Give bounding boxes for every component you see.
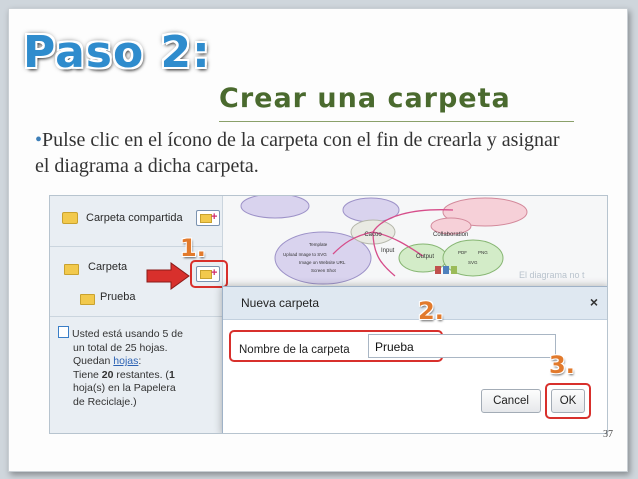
diagram-node-label: SVG [468,260,478,265]
slide: Paso 2: Crear una carpeta •Pulse clic en… [8,8,628,472]
step-number-3: 3. [549,351,575,379]
info-line: de Reciclaje.) [73,395,137,408]
info-line: Quedan [73,355,114,367]
slide-title: Paso 2: [23,27,211,78]
diagram-node-label: Upload Image to SVG [283,252,327,257]
diagram-node-label: Image on Website URL [299,260,346,265]
folder-sidebar: Carpeta compartida + Carpeta Prueba Uste… [50,196,223,433]
divider [50,316,222,317]
diagram-node-label: Collaboration [433,232,468,238]
highlight-ok [545,383,591,419]
step-number-2: 2. [418,297,444,325]
sheet-usage-info: Usted está usando 5 de un total de 25 ho… [58,326,218,409]
remaining-count: 20 [101,368,114,381]
diagram-node-label: Template [309,242,328,247]
sheets-link[interactable]: hojas [113,355,138,367]
info-line: un total de 25 hojas. [73,341,168,354]
info-line: Usted está usando 5 de [72,328,183,340]
sidebar-item-label: Prueba [100,291,136,303]
app-screenshot: Carpeta compartida + Carpeta Prueba Uste… [49,195,608,434]
sidebar-item-label: Carpeta [88,261,128,273]
info-line: Tiene [73,368,102,381]
sidebar-item-label: Carpeta compartida [86,212,183,224]
diagram-node-label: Output [416,254,434,260]
share-folder-icon [62,212,78,224]
instruction-bullet: •Pulse clic en el ícono de la carpeta co… [35,127,575,179]
diagram-node-label: Screen Shot [311,268,337,273]
new-folder-icon[interactable]: + [196,210,220,226]
diagram-node-label: Cacoo [364,232,382,238]
red-arrow-icon [146,262,190,290]
diagram-node-label: PDF [458,250,467,255]
info-line: restantes. ( [113,368,169,381]
diagram-people-icon [435,266,457,274]
dialog-title: Nueva carpeta [241,296,320,310]
folder-icon [64,264,79,275]
folder-icon [80,294,95,305]
page-number: 37 [603,429,613,440]
bullet-text: Pulse clic en el ícono de la carpeta con… [35,129,560,177]
cancel-button[interactable]: Cancel [481,389,541,413]
section-heading: Crear una carpeta [219,83,511,114]
step-number-1: 1. [180,234,206,262]
close-icon[interactable]: × [590,294,598,310]
diagram-overlay-text: El diagrama no t [519,270,585,280]
sidebar-item-shared-folder[interactable]: Carpeta compartida + [50,210,222,230]
info-sheet-icon [58,326,69,338]
sidebar-item-subfolder[interactable]: Prueba [50,290,222,308]
info-line: : [138,355,142,367]
new-folder-dialog: Nueva carpeta × 2. Nombre de la carpeta … [222,286,607,433]
recycle-count: 1 [168,368,175,381]
folder-name-label: Nombre de la carpeta [239,344,350,356]
highlight-new-folder [190,260,228,288]
dialog-titlebar: Nueva carpeta × [223,287,607,320]
folder-name-input[interactable]: Prueba [368,334,556,358]
bullet-marker: • [35,129,43,151]
diagram-node-label: Input [381,248,395,254]
heading-underline [219,121,574,122]
diagram-node-label: PNG [478,250,488,255]
info-line: hoja(s) en la Papelera [73,382,176,394]
